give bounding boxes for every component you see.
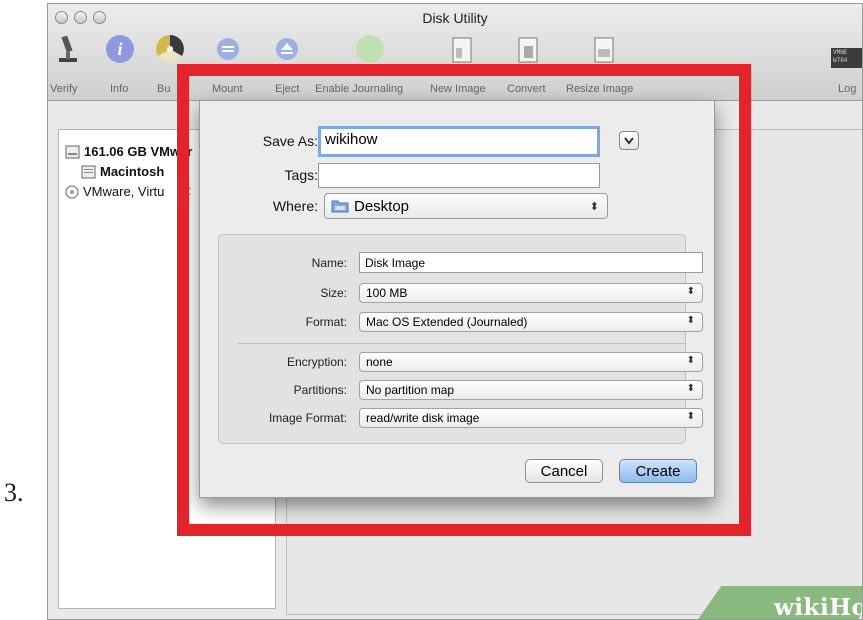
- verify-button[interactable]: Verify: [50, 28, 83, 95]
- convert-icon: [518, 37, 538, 63]
- sidebar-item-macintosh[interactable]: Macintosh: [81, 164, 164, 179]
- sidebar-item-label: Macintosh: [100, 164, 165, 179]
- volume-icon: [81, 165, 96, 178]
- resize-image-icon: [594, 37, 614, 63]
- step-number: 3.: [4, 478, 24, 507]
- sidebar-item-label: VMware, Virtu: [83, 184, 165, 199]
- watermark-part2: How: [829, 594, 862, 620]
- wikihow-watermark: wikiHow: [774, 594, 862, 620]
- toolbar-label: Verify: [50, 83, 78, 95]
- log-icon[interactable]: VMNE W784: [831, 48, 862, 68]
- toolbar-label: Bu: [157, 83, 171, 95]
- burn-icon: [156, 35, 184, 63]
- journaling-icon: [356, 35, 384, 63]
- sidebar-item-vmware[interactable]: VMware, Virtu C: [65, 184, 192, 199]
- new-image-icon: [452, 37, 472, 63]
- eject-icon: [276, 38, 298, 60]
- info-icon: i: [106, 35, 134, 63]
- window-title: Disk Utility: [422, 10, 488, 26]
- svg-text:i: i: [117, 39, 122, 59]
- watermark-part1: wiki: [774, 594, 830, 620]
- microscope-icon: [59, 35, 77, 62]
- mount-icon: [217, 38, 239, 60]
- toolbar-label: Info: [110, 83, 129, 95]
- cd-icon: [65, 185, 79, 198]
- info-button[interactable]: i Info: [103, 28, 137, 95]
- log-button[interactable]: Log: [838, 83, 856, 95]
- disk-icon: [65, 145, 80, 158]
- highlight-box: [177, 64, 751, 536]
